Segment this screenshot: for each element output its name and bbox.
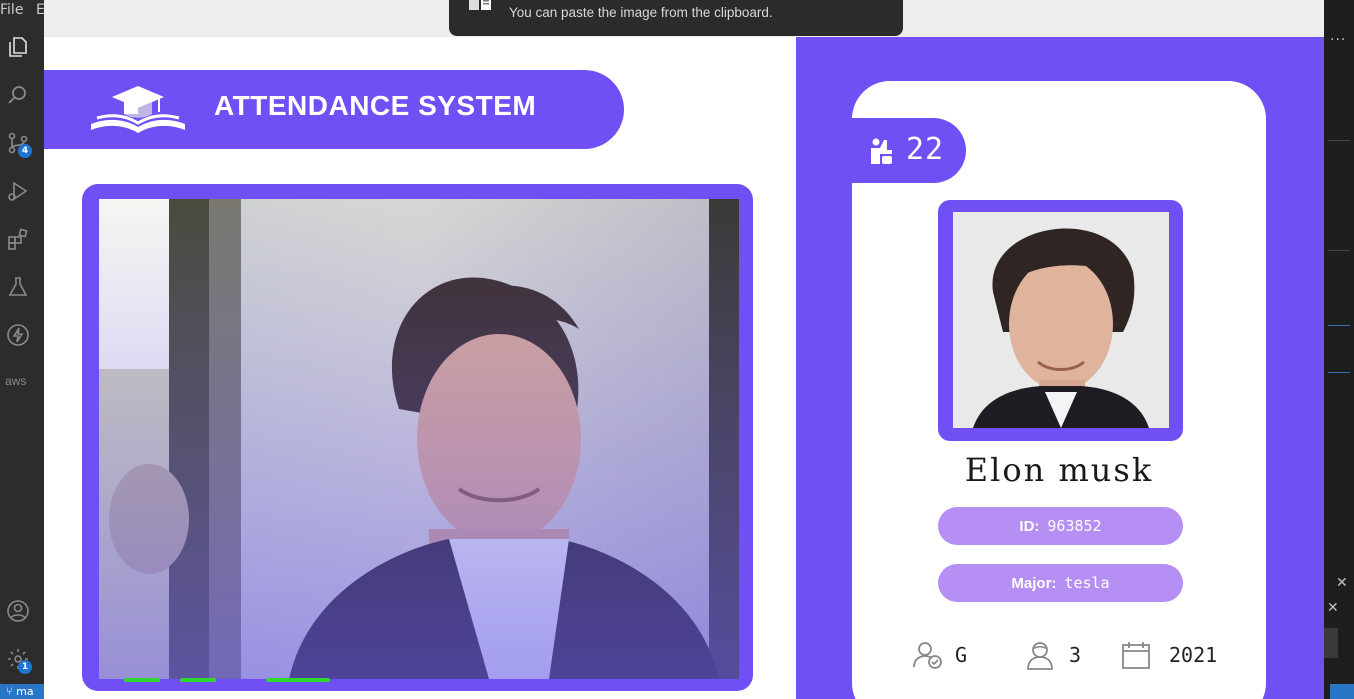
branch-name: ma [16,685,34,698]
standing-check-user-icon [913,642,942,669]
close-icon[interactable]: ✕ [1327,600,1339,616]
app-header: ATTENDANCE SYSTEM [44,70,624,149]
page-title: ATTENDANCE SYSTEM [214,90,537,121]
lightning-icon[interactable] [6,323,30,347]
graduation-book-icon [91,86,185,133]
major-value: tesla [1064,574,1110,592]
starting-year-value: 2021 [1169,643,1218,667]
webcam-image [99,199,739,679]
face-box-marker [266,678,330,682]
student-stats-row: G 3 2021 [852,637,1266,677]
aws-icon[interactable]: aws [5,374,26,388]
minimap-line [1328,372,1350,373]
search-icon[interactable] [6,83,30,107]
student-portrait-image [953,212,1169,428]
activity-bar: File E 4 aws 1 ⑂ ma [0,0,45,699]
student-id-pill: ID: 963852 [938,507,1183,545]
student-photo [953,212,1169,428]
explorer-icon[interactable] [6,35,30,59]
image-thumbnail-icon [469,0,491,10]
testing-icon[interactable] [6,275,30,299]
calendar-icon [1122,642,1150,669]
student-info-panel: 22 Elon musk ID: 963852 Major: tesla G 3… [796,37,1324,699]
close-icon[interactable]: ✕ [1336,575,1348,591]
id-value: 963852 [1047,517,1102,535]
menu-file[interactable]: File [0,2,23,18]
face-box-marker [180,678,216,682]
toast-message: You can paste the image from the clipboa… [509,5,773,20]
student-card: 22 Elon musk ID: 963852 Major: tesla G 3… [852,81,1266,699]
account-icon[interactable] [6,599,30,623]
branch-status[interactable]: ⑂ ma [0,684,44,699]
settings-badge: 1 [18,660,32,674]
menu-bar: File E [0,0,45,22]
editor-side-strip: ··· ✕ ✕ [1324,0,1354,699]
panel-tab[interactable] [1324,628,1338,658]
minimap-line [1328,140,1350,141]
minimap-line [1328,250,1350,251]
branch-icon: ⑂ [6,685,13,698]
year-value: 3 [1069,643,1082,667]
id-label: ID: [1019,518,1040,535]
total-attendance-value: 22 [906,132,945,167]
run-debug-icon[interactable] [6,179,30,203]
webcam-feed [99,199,739,679]
student-name: Elon musk [964,451,1154,489]
student-year-icon [1027,642,1053,670]
major-label: Major: [1011,575,1057,592]
minimap-line [1328,325,1350,326]
paste-image-toast: You can paste the image from the clipboa… [449,0,903,36]
source-control-badge: 4 [18,144,32,158]
standing-value: G [955,643,968,667]
face-box-marker [124,678,160,682]
raised-hand-icon [871,138,892,164]
attendance-app: You can paste the image from the clipboa… [44,0,1324,699]
webcam-frame [82,184,753,691]
more-actions-icon[interactable]: ··· [1330,32,1346,48]
student-major-pill: Major: tesla [938,564,1183,602]
extensions-icon[interactable] [6,227,30,251]
notifications-icon[interactable] [1330,684,1354,699]
student-photo-frame [938,200,1183,441]
total-attendance-badge: 22 [852,118,966,183]
